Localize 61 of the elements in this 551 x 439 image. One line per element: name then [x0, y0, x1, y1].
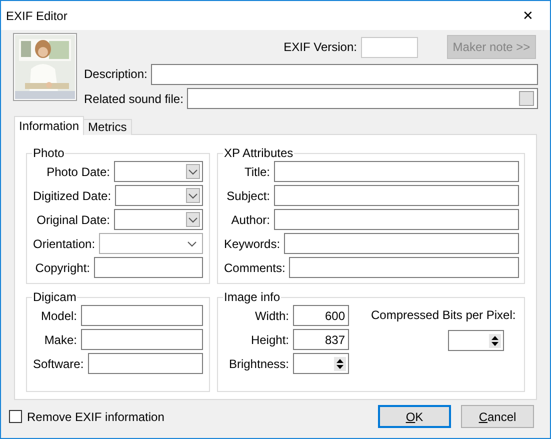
close-button[interactable]: ✕: [508, 8, 548, 24]
text-field[interactable]: [81, 329, 203, 350]
field-label: Make:: [44, 332, 77, 346]
text-field[interactable]: [284, 233, 519, 254]
tab[interactable]: Information: [14, 116, 84, 135]
tab[interactable]: Metrics: [83, 119, 132, 135]
spin-buttons-icon[interactable]: [334, 356, 346, 370]
field-label: Original Date:: [36, 212, 110, 226]
field-label: Author:: [231, 212, 270, 226]
field-label: Related sound file:: [84, 92, 184, 106]
dropdown-button[interactable]: [186, 164, 200, 179]
number-field[interactable]: 837: [293, 329, 349, 350]
date-field[interactable]: [115, 185, 203, 206]
field-label: Height:: [250, 332, 289, 346]
date-field[interactable]: [114, 209, 203, 230]
spin-buttons-icon[interactable]: [488, 334, 501, 348]
chevron-down-icon: [188, 216, 198, 222]
spinner-field[interactable]: [448, 330, 504, 351]
field-label: Comments:: [224, 260, 286, 274]
field-label: Model:: [40, 308, 77, 322]
text-field[interactable]: [81, 305, 203, 326]
group-title: XP Attributes: [223, 147, 294, 159]
group-title: Digicam: [32, 291, 78, 303]
field-label: Title:: [244, 164, 270, 178]
ok-button[interactable]: OK: [378, 405, 451, 428]
dropdown-button[interactable]: [186, 188, 200, 203]
field-label: Subject:: [226, 188, 270, 202]
field-label: Digitized Date:: [33, 188, 112, 202]
field-label: EXIF Version:: [284, 40, 357, 54]
field-label: Keywords:: [224, 236, 280, 250]
checkbox-label: Remove EXIF information: [27, 410, 164, 424]
checkbox[interactable]: [9, 410, 22, 423]
chevron-down-icon: [187, 240, 197, 246]
text-field[interactable]: [274, 185, 519, 206]
field-label: Description:: [84, 67, 148, 81]
field-label: Software:: [33, 356, 84, 370]
spinner-field[interactable]: [293, 353, 349, 374]
cancel-button[interactable]: Cancel: [461, 405, 534, 428]
chevron-down-icon: [188, 168, 198, 174]
file-field[interactable]: [187, 88, 538, 109]
field-label: Copyright:: [35, 260, 90, 274]
date-field[interactable]: [114, 161, 203, 182]
field-label: Compressed Bits per Pixel:: [371, 308, 516, 322]
field-label: Orientation:: [33, 236, 96, 250]
dropdown-button[interactable]: [186, 212, 200, 227]
text-field[interactable]: [361, 36, 418, 58]
text-field[interactable]: [274, 209, 519, 230]
text-field[interactable]: [151, 64, 538, 84]
group-title: Image info: [223, 291, 282, 303]
field-label: Photo Date:: [46, 164, 110, 178]
chevron-down-icon: [188, 192, 198, 198]
text-field[interactable]: [94, 257, 203, 278]
window-title: EXIF Editor: [6, 8, 68, 22]
group-title: Photo: [32, 147, 66, 159]
number-field[interactable]: 600: [293, 305, 349, 326]
text-field[interactable]: [274, 161, 519, 182]
field-label: Width:: [254, 308, 289, 322]
field-label: Brightness:: [228, 356, 289, 370]
text-field[interactable]: [88, 353, 203, 374]
text-field[interactable]: [289, 257, 519, 278]
dropdown-field[interactable]: [99, 233, 203, 254]
